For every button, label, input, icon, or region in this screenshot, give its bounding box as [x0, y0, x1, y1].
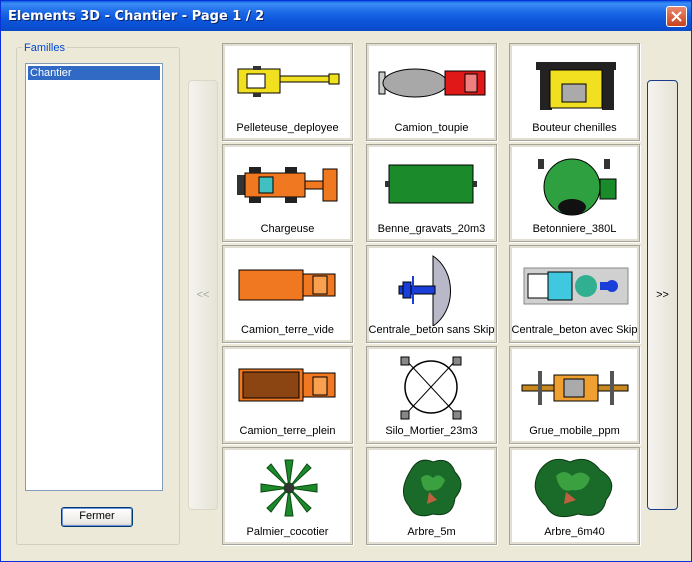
concrete-mixer-truck-icon	[378, 68, 486, 98]
palm-tree-icon	[260, 459, 318, 517]
element-label: Chargeuse	[260, 223, 315, 235]
element-tile[interactable]: Silo_Mortier_23m3	[366, 346, 497, 444]
element-tile[interactable]: Camion_terre_plein	[222, 346, 353, 444]
element-tile[interactable]: Chargeuse	[222, 144, 353, 242]
dialog-window: Elements 3D - Chantier - Page 1 / 2 Fami…	[0, 0, 692, 562]
fermer-button[interactable]: Fermer	[61, 507, 133, 527]
element-label: Centrale_beton avec Skip	[511, 324, 638, 336]
loader-icon	[237, 167, 338, 203]
familles-label: Familles	[22, 42, 67, 54]
previous-page-label: <<	[196, 289, 210, 301]
element-label: Palmier_cocotier	[246, 526, 329, 538]
tree-icon	[403, 459, 462, 517]
element-tile[interactable]: Camion_terre_vide	[222, 245, 353, 343]
previous-page-button[interactable]: <<	[188, 80, 218, 510]
element-label: Benne_gravats_20m3	[377, 223, 486, 235]
excavator-icon	[237, 66, 340, 97]
concrete-plant-skip-icon	[523, 267, 629, 305]
element-tile[interactable]: Bouteur chenilles	[509, 43, 640, 141]
close-icon	[671, 11, 682, 22]
element-label: Silo_Mortier_23m3	[385, 425, 478, 437]
element-label: Arbre_5m	[407, 526, 456, 538]
element-label: Bouteur chenilles	[532, 122, 617, 134]
next-page-button[interactable]: >>	[647, 80, 678, 510]
element-tile[interactable]: Arbre_6m40	[509, 447, 640, 545]
element-tile[interactable]: Arbre_5m	[366, 447, 497, 545]
element-tile[interactable]: Benne_gravats_20m3	[366, 144, 497, 242]
bulldozer-icon	[536, 62, 616, 110]
element-label: Grue_mobile_ppm	[529, 425, 620, 437]
mobile-crane-icon	[521, 371, 629, 405]
element-tile[interactable]: Pelleteuse_deployee	[222, 43, 353, 141]
familles-list[interactable]: Chantier	[25, 63, 163, 491]
element-tile[interactable]: Palmier_cocotier	[222, 447, 353, 545]
empty-dump-truck-icon	[238, 269, 336, 301]
element-label: Camion_terre_vide	[241, 324, 334, 336]
element-label: Camion_toupie	[394, 122, 469, 134]
element-tile[interactable]: Centrale_beton sans Skip	[366, 245, 497, 343]
element-tile[interactable]: Grue_mobile_ppm	[509, 346, 640, 444]
element-label: Pelleteuse_deployee	[236, 122, 339, 134]
element-label: Centrale_beton sans Skip	[368, 324, 495, 336]
tree-large-icon	[534, 458, 613, 518]
next-page-label: >>	[656, 289, 669, 301]
cement-mixer-icon	[538, 158, 617, 216]
full-dump-truck-icon	[238, 368, 336, 402]
element-label: Arbre_6m40	[544, 526, 605, 538]
element-label: Betonniere_380L	[532, 223, 617, 235]
element-tile[interactable]: Betonniere_380L	[509, 144, 640, 242]
concrete-plant-icon	[398, 255, 451, 326]
element-tile[interactable]: Centrale_beton avec Skip	[509, 245, 640, 343]
window-title: Elements 3D - Chantier - Page 1 / 2	[8, 9, 265, 24]
title-bar[interactable]: Elements 3D - Chantier - Page 1 / 2	[1, 1, 691, 31]
close-window-button[interactable]	[666, 6, 687, 27]
list-item-chantier[interactable]: Chantier	[27, 65, 161, 81]
debris-skip-icon	[385, 164, 477, 204]
mortar-silo-icon	[400, 356, 462, 420]
element-tile[interactable]: Camion_toupie	[366, 43, 497, 141]
element-label: Camion_terre_plein	[239, 425, 336, 437]
